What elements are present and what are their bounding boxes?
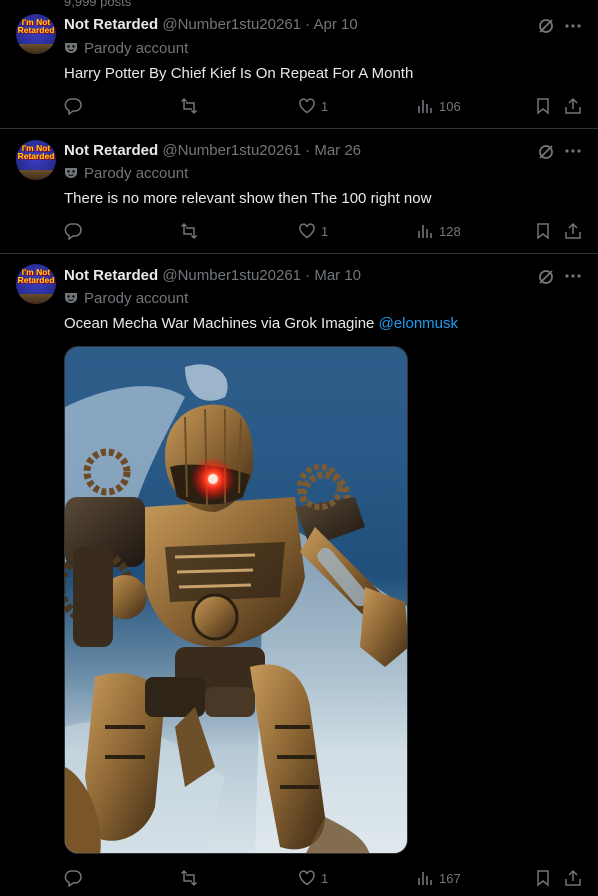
parody-label-text: Parody account [84, 165, 189, 182]
handle[interactable]: @Number1stu20261 [162, 142, 301, 159]
avatar[interactable]: I'm Not Retarded [16, 14, 56, 54]
display-name[interactable]: Not Retarded [64, 142, 158, 159]
handle[interactable]: @Number1stu20261 [162, 267, 301, 284]
parody-mask-icon [65, 43, 77, 53]
bookmark-icon [537, 98, 549, 115]
tweet-text: There is no more relevant show then The … [64, 190, 432, 207]
like-count: 1 [321, 98, 329, 114]
share-icon [565, 869, 581, 886]
views-icon [418, 872, 432, 885]
tweet-text-body: Ocean Mecha War Machines via Grok Imagin… [64, 315, 379, 332]
repost-button[interactable] [180, 221, 203, 241]
date[interactable]: Apr 10 [314, 16, 358, 33]
separator: · [305, 267, 311, 284]
reply-icon [64, 98, 82, 115]
date[interactable]: Mar 26 [314, 142, 361, 159]
repost-icon [180, 97, 198, 115]
share-button[interactable] [564, 96, 582, 116]
bookmark-button[interactable] [534, 868, 552, 888]
more-icon[interactable] [564, 142, 582, 160]
repost-button[interactable] [180, 96, 203, 116]
avatar-text: I'm Not Retarded [17, 143, 55, 161]
reply-icon [64, 223, 82, 240]
repost-button[interactable] [180, 868, 203, 888]
views-button[interactable]: 128 [416, 221, 461, 241]
bookmark-icon [537, 223, 549, 240]
tweet-actions: 1 128 [64, 221, 584, 241]
like-count: 1 [321, 870, 329, 886]
like-button[interactable]: 1 [298, 868, 328, 888]
like-icon [299, 870, 315, 886]
parody-label: Parody account [64, 165, 188, 183]
parody-label-text: Parody account [84, 40, 189, 57]
views-button[interactable]: 106 [416, 96, 461, 116]
like-icon [299, 223, 315, 239]
more-icon[interactable] [564, 17, 582, 35]
parody-mask-icon [65, 168, 77, 178]
avatar-text: I'm Not Retarded [17, 17, 55, 35]
share-icon [565, 222, 581, 239]
bookmark-button[interactable] [534, 221, 552, 241]
separator: · [305, 142, 311, 159]
repost-icon [180, 869, 198, 887]
views-icon [418, 225, 432, 238]
reply-button[interactable] [64, 96, 87, 116]
reply-button[interactable] [64, 221, 87, 241]
display-name[interactable]: Not Retarded [64, 267, 158, 284]
like-button[interactable]: 1 [298, 221, 328, 241]
reply-button[interactable] [64, 868, 87, 888]
bookmark-icon [537, 870, 549, 887]
bookmark-button[interactable] [534, 96, 552, 116]
like-button[interactable]: 1 [298, 96, 328, 116]
display-name[interactable]: Not Retarded [64, 16, 158, 33]
tweet[interactable]: I'm Not Retarded Not Retarded @Number1st… [0, 0, 598, 129]
tweet-text: Ocean Mecha War Machines via Grok Imagin… [64, 314, 458, 334]
tweet-header: Not Retarded @Number1stu20261 · Mar 26 [64, 142, 361, 160]
avatar-text: I'm Not Retarded [17, 267, 55, 285]
grok-icon[interactable] [537, 17, 555, 35]
tweet-actions: 1 167 [64, 868, 584, 888]
separator: · [305, 16, 311, 33]
avatar[interactable]: I'm Not Retarded [16, 264, 56, 304]
views-count: 106 [439, 98, 461, 114]
parody-mask-icon [65, 293, 77, 303]
share-button[interactable] [564, 868, 582, 888]
tweet-media-image[interactable] [64, 346, 408, 854]
views-count: 128 [439, 223, 461, 239]
views-count: 167 [439, 870, 461, 886]
grok-icon[interactable] [537, 268, 555, 286]
views-icon [418, 100, 432, 113]
avatar[interactable]: I'm Not Retarded [16, 140, 56, 180]
grok-icon[interactable] [537, 143, 555, 161]
reply-icon [64, 870, 82, 887]
tweet-text: Harry Potter By Chief Kief Is On Repeat … [64, 65, 414, 82]
tweet[interactable]: I'm Not Retarded Not Retarded @Number1st… [0, 129, 598, 254]
mention-link[interactable]: @elonmusk [379, 315, 458, 332]
parody-label: Parody account [64, 290, 188, 308]
tweet-header: Not Retarded @Number1stu20261 · Mar 10 [64, 267, 361, 285]
parody-label-text: Parody account [84, 290, 189, 307]
tweet-actions: 1 106 [64, 96, 584, 116]
repost-icon [180, 222, 198, 240]
mecha-robot-illustration [65, 364, 407, 853]
like-icon [299, 98, 315, 114]
share-button[interactable] [564, 221, 582, 241]
parody-label: Parody account [64, 40, 188, 58]
more-icon[interactable] [564, 267, 582, 285]
handle[interactable]: @Number1stu20261 [162, 16, 301, 33]
views-button[interactable]: 167 [416, 868, 461, 888]
like-count: 1 [321, 223, 329, 239]
date[interactable]: Mar 10 [314, 267, 361, 284]
tweet-header: Not Retarded @Number1stu20261 · Apr 10 [64, 16, 358, 34]
share-icon [565, 97, 581, 114]
